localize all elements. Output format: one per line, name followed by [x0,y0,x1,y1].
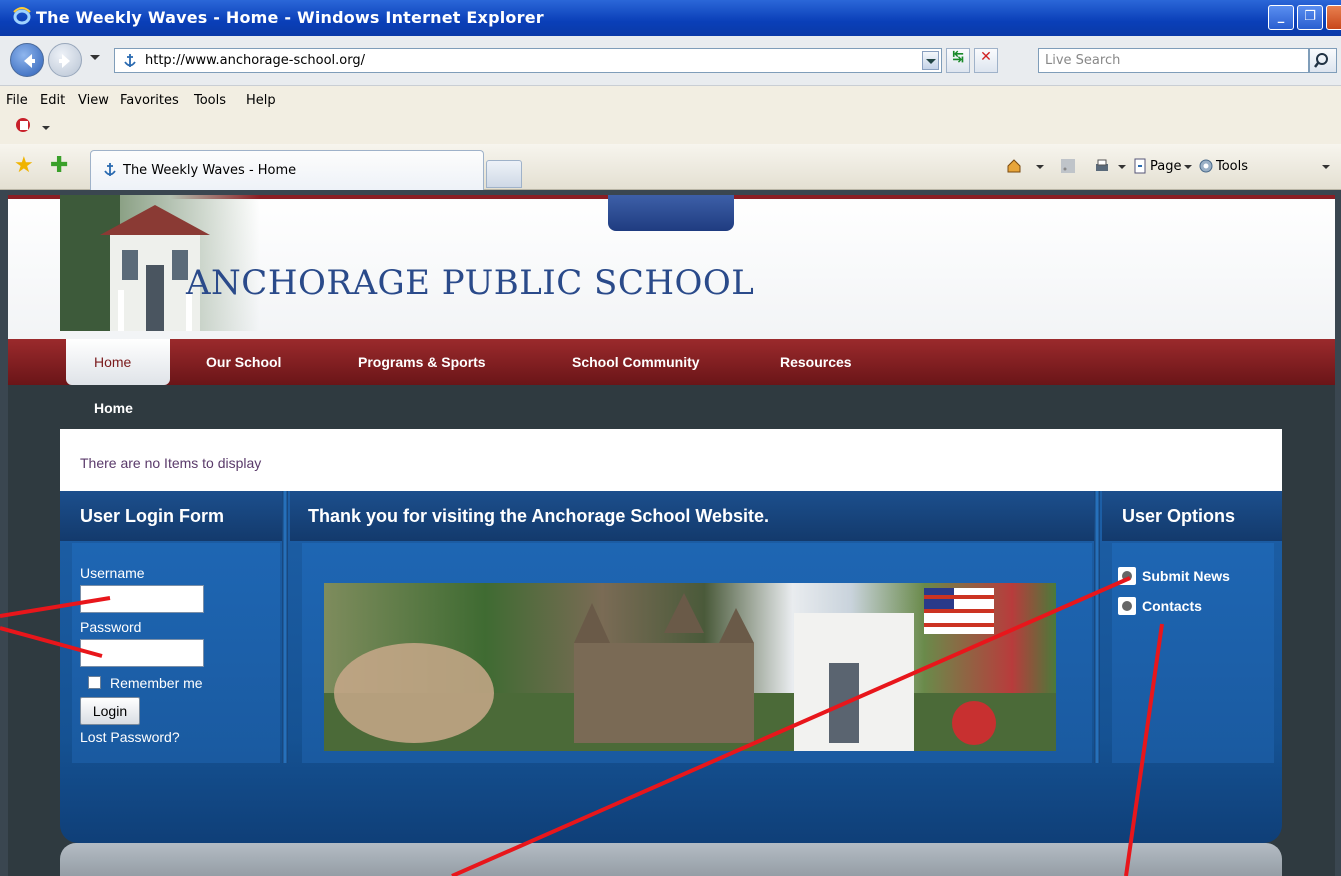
footer-band [60,843,1282,876]
acrobat-pdf-icon[interactable] [14,116,34,134]
login-button[interactable]: Login [80,697,140,725]
menu-view[interactable]: View [78,93,109,108]
menu-tools[interactable]: Tools [194,93,226,108]
refresh-button[interactable]: ↹ [946,48,970,73]
breadcrumb[interactable]: Home [94,400,133,416]
options-heading: User Options [1122,506,1236,526]
search-field[interactable]: Live Search [1038,48,1309,73]
bullet-icon [1118,567,1136,585]
username-label: Username [80,565,145,581]
tab-title: The Weekly Waves - Home [123,163,297,178]
remember-me-label: Remember me [110,675,203,691]
username-field[interactable] [80,585,204,613]
nav-resources[interactable]: Resources [780,354,852,370]
restore-button[interactable]: ❐ [1297,5,1323,30]
browser-tab-active[interactable]: The Weekly Waves - Home [90,150,484,190]
anchor-favicon-icon [124,54,136,67]
school-name: ANCHORAGE PUBLIC SCHOOL [186,263,755,303]
menu-bar: File Edit View Favorites Tools Help [0,86,1341,144]
tools-dropdown-icon[interactable] [1322,158,1330,174]
internet-explorer-icon [13,7,31,25]
no-items-message: There are no Items to display [80,455,262,471]
forward-arrow-icon [59,54,70,68]
header-tab-decoration [608,195,734,231]
school-collage-illustration [324,588,1056,751]
menu-favorites[interactable]: Favorites [120,93,179,108]
remember-me-checkbox[interactable] [88,676,101,689]
close-button[interactable] [1326,5,1341,30]
home-icon[interactable] [1006,158,1022,174]
nav-home[interactable]: Home [66,339,170,385]
column-divider [1094,491,1100,763]
menu-file[interactable]: File [6,93,28,108]
forward-button[interactable] [48,43,82,77]
stop-button[interactable]: ✕ [974,48,998,73]
lost-password-link[interactable]: Lost Password? [80,729,180,745]
site-header: ANCHORAGE PUBLIC SCHOOL [8,195,1335,339]
breadcrumb-bar: Home [8,385,1335,429]
address-text: http://www.anchorage-school.org/ [145,53,365,68]
address-dropdown-button[interactable] [922,51,939,70]
new-tab-button[interactable] [486,160,522,188]
login-header: User Login Form [60,491,282,541]
minimize-button[interactable]: _ [1268,5,1294,30]
main-navigation: Home Our School Programs & Sports School… [8,339,1335,385]
nav-school-community[interactable]: School Community [572,354,700,370]
password-label: Password [80,619,142,635]
password-field[interactable] [80,639,204,667]
web-page: ANCHORAGE PUBLIC SCHOOL Home Our School … [8,195,1335,876]
login-heading: User Login Form [80,506,225,526]
school-photo-banner [324,583,1056,751]
page-menu[interactable]: Page [1150,159,1181,174]
nav-programs-sports[interactable]: Programs & Sports [358,354,486,370]
window-title-bar: The Weekly Waves - Home - Windows Intern… [0,0,1341,36]
feeds-icon[interactable] [1060,158,1076,174]
anchor-favicon-icon [104,163,116,176]
contacts-link[interactable]: Contacts [1142,598,1202,614]
home-dropdown-icon[interactable] [1036,158,1044,174]
menu-help[interactable]: Help [246,93,276,108]
history-dropdown-icon[interactable] [90,55,100,60]
print-dropdown-icon[interactable] [1118,158,1126,174]
welcome-heading: Thank you for visiting the Anchorage Sch… [308,506,770,526]
search-icon [1314,53,1328,68]
page-dropdown-icon[interactable] [1184,158,1192,174]
search-placeholder: Live Search [1045,53,1121,68]
welcome-header: Thank you for visiting the Anchorage Sch… [290,491,1094,541]
add-favorite-icon[interactable]: ✚ [50,153,68,178]
back-button[interactable] [10,43,44,77]
bullet-icon [1118,597,1136,615]
search-button[interactable] [1309,48,1337,73]
menu-edit[interactable]: Edit [40,93,65,108]
message-box: There are no Items to display [60,429,1282,491]
favorites-star-icon[interactable]: ★ [14,153,34,178]
acrobat-dropdown-icon[interactable] [42,126,50,130]
address-field[interactable]: http://www.anchorage-school.org/ [114,48,942,73]
window-title: The Weekly Waves - Home - Windows Intern… [36,8,544,27]
nav-our-school[interactable]: Our School [206,354,281,370]
tools-menu[interactable]: Tools [1216,159,1248,174]
column-divider [282,491,288,763]
gear-icon[interactable] [1198,158,1214,174]
options-header: User Options [1102,491,1282,541]
print-icon[interactable] [1094,158,1110,174]
page-icon[interactable] [1132,158,1148,174]
submit-news-link[interactable]: Submit News [1142,568,1230,584]
tab-bar: ★ ✚ The Weekly Waves - Home Page Tools [0,144,1341,190]
nav-home-label: Home [94,354,132,370]
address-bar-row: http://www.anchorage-school.org/ ↹ ✕ Liv… [0,36,1341,86]
back-arrow-icon [24,54,35,68]
